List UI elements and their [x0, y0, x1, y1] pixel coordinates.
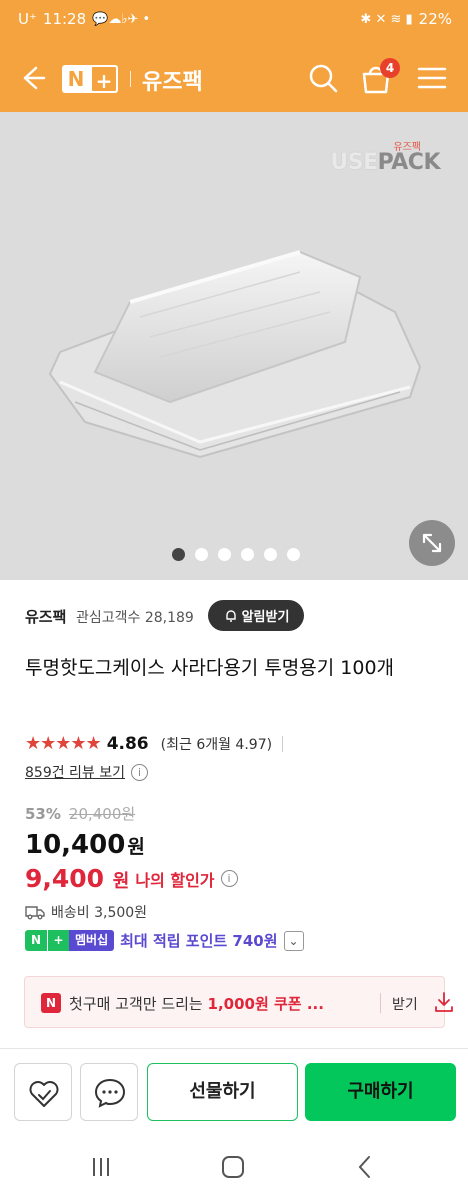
product-title: 투명핫도그케이스 사라다용기 투명용기 100개	[25, 657, 395, 679]
chevron-down-icon[interactable]: ⌄	[283, 930, 304, 951]
carousel-dot[interactable]	[264, 548, 277, 561]
carousel-dot[interactable]	[195, 548, 208, 561]
naver-plus-membership-badge: N + 멤버십	[25, 930, 115, 951]
rating-value: 4.86	[106, 733, 149, 754]
shipping-fee: 배송비 3,500원	[51, 905, 148, 921]
sale-price-unit: 원	[127, 836, 145, 858]
my-price-number: 9,400	[25, 864, 105, 893]
notification-icons: 💬☁♭✈ •	[92, 11, 151, 27]
store-name[interactable]: 유즈팩	[142, 64, 203, 96]
product-image-gallery[interactable]: 유즈팩 USEPACK	[0, 112, 468, 580]
battery-label: 22%	[418, 10, 452, 28]
star-rating-icon: ★★★★★	[25, 733, 102, 754]
home-icon[interactable]	[218, 1154, 248, 1180]
info-icon[interactable]: i	[220, 870, 238, 887]
coupon-text: 첫구매 고객만 드리는 1,000원 쿠폰 ...	[69, 993, 324, 1014]
max-points: 최대 적립 포인트 740원	[120, 932, 278, 950]
expand-icon[interactable]	[409, 520, 455, 566]
logo-n: N	[67, 67, 85, 91]
shipping-row: 배송비 3,500원	[25, 902, 147, 922]
talk-button[interactable]	[80, 1063, 138, 1121]
wishlist-button[interactable]	[14, 1063, 72, 1121]
my-discount-label: 나의 할인가	[135, 870, 215, 890]
alarm-button[interactable]: 알림받기	[208, 600, 304, 631]
header-divider	[130, 71, 131, 87]
rating-divider	[282, 735, 284, 752]
menu-icon[interactable]	[414, 60, 450, 96]
coupon-text-before: 첫구매 고객만 드리는	[69, 995, 208, 1013]
membership-row[interactable]: N + 멤버십 최대 적립 포인트 740원 ⌄	[25, 930, 304, 951]
logo-plus: +	[90, 65, 118, 93]
carousel-dot-active[interactable]	[172, 548, 185, 561]
buy-button[interactable]: 구매하기	[305, 1063, 456, 1121]
my-discount-price: 9,400 원	[25, 864, 129, 893]
coupon-divider	[380, 993, 381, 1013]
sale-price: 10,400 원	[25, 830, 145, 860]
carousel-dots	[172, 548, 300, 561]
status-bar: U⁺ 11:28 💬☁♭✈ • ✱ ✕ ≋ ▮ 22%	[0, 0, 468, 44]
chat-bubble-icon	[94, 1078, 126, 1108]
badge-plus: +	[47, 930, 69, 951]
app-header: N + 유즈팩 4	[0, 44, 468, 112]
back-icon[interactable]	[350, 1154, 380, 1180]
gift-button[interactable]: 선물하기	[147, 1063, 298, 1121]
back-arrow-icon[interactable]	[16, 62, 48, 94]
bell-plus-icon	[225, 609, 236, 622]
rating-row: ★★★★★ 4.86 (최근 6개월 4.97)	[25, 733, 284, 754]
badge-n: N	[25, 930, 47, 951]
heart-check-icon	[29, 1081, 59, 1107]
clock: 11:28	[42, 10, 87, 28]
badge-membership-label: 멤버십	[69, 930, 115, 951]
original-price: 20,400원	[68, 805, 136, 823]
truck-icon	[25, 906, 45, 920]
interest-count: 관심고객수 28,189	[76, 610, 194, 626]
product-photo	[48, 250, 422, 459]
seller-name[interactable]: 유즈팩	[25, 606, 66, 627]
carousel-dot[interactable]	[241, 548, 254, 561]
coupon-ellipsis: ...	[301, 995, 324, 1013]
search-icon[interactable]	[305, 60, 341, 96]
alarm-label: 알림받기	[241, 610, 290, 625]
first-purchase-coupon[interactable]: N 첫구매 고객만 드리는 1,000원 쿠폰 ... 받기	[24, 976, 453, 1028]
my-price-unit: 원	[112, 871, 130, 892]
carousel-dot[interactable]	[287, 548, 300, 561]
recent-rating: (최근 6개월 4.97)	[160, 736, 273, 753]
review-row: 859건 리뷰 보기 i	[25, 762, 149, 782]
discount-row: 53% 20,400원	[25, 803, 135, 824]
carousel-dot[interactable]	[218, 548, 231, 561]
purchase-action-bar: 선물하기 구매하기	[0, 1048, 468, 1134]
usepack-watermark: USEPACK	[330, 150, 440, 175]
cart-count-badge: 4	[380, 58, 400, 78]
coupon-get-label[interactable]: 받기	[392, 994, 418, 1014]
watermark-pack: PACK	[377, 150, 441, 175]
carrier-label: U⁺	[18, 10, 37, 28]
info-icon[interactable]: i	[131, 763, 149, 781]
download-icon[interactable]	[432, 990, 456, 1014]
coupon-amount: 1,000원 쿠폰	[207, 995, 302, 1013]
discount-rate: 53%	[25, 805, 61, 823]
system-navigation-bar	[0, 1134, 468, 1200]
naver-plus-logo[interactable]: N +	[62, 65, 118, 93]
recent-apps-icon[interactable]	[86, 1154, 116, 1180]
naver-n-icon: N	[41, 993, 61, 1013]
connectivity-icons: ✱ ✕ ≋ ▮	[360, 11, 413, 27]
review-link[interactable]: 859건 리뷰 보기	[25, 762, 125, 782]
sale-price-number: 10,400	[25, 830, 126, 860]
watermark-use: USE	[330, 150, 378, 175]
my-price-row: 9,400 원 나의 할인가 i	[25, 864, 238, 893]
